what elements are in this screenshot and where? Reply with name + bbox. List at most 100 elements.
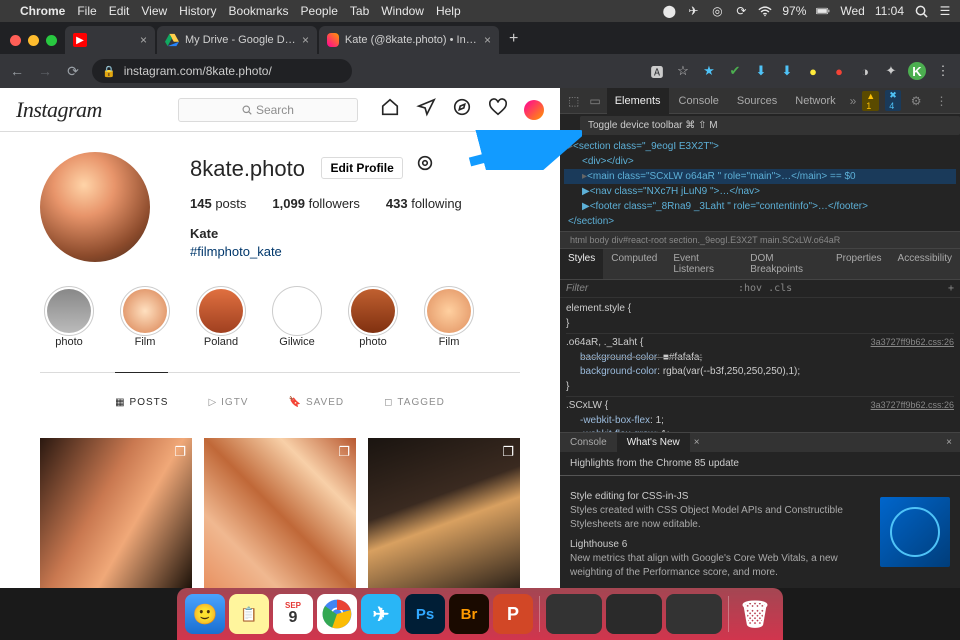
menu-tab[interactable]: Tab	[350, 4, 369, 18]
forward-button[interactable]: →	[36, 63, 54, 79]
dock-finder[interactable]: 🙂	[185, 594, 225, 634]
activity-heart-icon[interactable]	[488, 97, 508, 122]
menu-file[interactable]: File	[77, 4, 96, 18]
menu-view[interactable]: View	[141, 4, 167, 18]
wifi-icon[interactable]	[758, 4, 772, 18]
tab-close-icon[interactable]: ×	[140, 33, 147, 47]
sync-status-icon[interactable]: ◎	[710, 4, 724, 18]
extension-download-icon[interactable]: ⬇	[752, 62, 770, 80]
styles-tab-computed[interactable]: Computed	[603, 249, 665, 279]
highlight-item[interactable]: photo	[44, 286, 94, 348]
tab-igtv[interactable]: ▷ IGTV	[208, 373, 248, 432]
menu-help[interactable]: Help	[436, 4, 461, 18]
edit-profile-button[interactable]: Edit Profile	[321, 157, 402, 179]
tab-close-icon[interactable]: ×	[302, 33, 309, 47]
warning-badge[interactable]: ▲ 1	[862, 91, 879, 111]
styles-tab-dom[interactable]: DOM Breakpoints	[742, 249, 828, 279]
menu-history[interactable]: History	[179, 4, 216, 18]
window-minimize-button[interactable]	[28, 35, 39, 46]
dom-breadcrumb[interactable]: html body div#react-root section._9eogI.…	[560, 231, 960, 248]
profile-avatar-icon[interactable]	[524, 100, 544, 120]
dock-telegram[interactable]: ✈	[361, 594, 401, 634]
highlight-item[interactable]: photo	[348, 286, 398, 348]
style-rules[interactable]: element.style {} .o64aR, ._3Laht {3a3727…	[560, 298, 960, 432]
device-toolbar-icon[interactable]: ▭	[585, 94, 604, 108]
stat-following[interactable]: 433 following	[386, 196, 462, 211]
menubar-appname[interactable]: Chrome	[20, 4, 65, 18]
devtools-tab-elements[interactable]: Elements	[607, 88, 669, 114]
extensions-puzzle-icon[interactable]: ✦	[882, 62, 900, 80]
dock-minimized-window[interactable]	[546, 594, 602, 634]
dock-minimized-window[interactable]	[606, 594, 662, 634]
post-thumbnail[interactable]: ❐	[40, 438, 192, 588]
stat-followers[interactable]: 1,099 followers	[272, 196, 359, 211]
extension-adblock-icon[interactable]: ●	[830, 62, 848, 80]
drawer-tab-whatsnew[interactable]: What's New	[617, 433, 690, 452]
chrome-menu-icon[interactable]: ⋮	[934, 62, 952, 80]
back-button[interactable]: ←	[8, 63, 26, 79]
more-tabs-icon[interactable]: »	[846, 94, 861, 108]
tab-saved[interactable]: 🔖 SAVED	[288, 373, 344, 432]
extension-shield-icon[interactable]: ✔	[726, 62, 744, 80]
home-icon[interactable]	[380, 97, 400, 122]
menu-people[interactable]: People	[301, 4, 338, 18]
tab-google-drive[interactable]: My Drive - Google Drive ×	[157, 26, 317, 54]
tab-close-icon[interactable]: ×	[484, 33, 491, 47]
bookmark-star-filled-icon[interactable]: ★	[700, 62, 718, 80]
styles-tab-events[interactable]: Event Listeners	[665, 249, 742, 279]
profile-avatar[interactable]	[40, 152, 150, 262]
error-badge[interactable]: ✖ 4	[885, 90, 901, 111]
spotlight-sync-icon[interactable]: ⟳	[734, 4, 748, 18]
post-thumbnail[interactable]: ❐	[204, 438, 356, 588]
post-thumbnail[interactable]: ❐	[368, 438, 520, 588]
devtools-menu-icon[interactable]: ⋮	[932, 94, 952, 108]
menu-bookmarks[interactable]: Bookmarks	[229, 4, 289, 18]
ig-search-input[interactable]: Search	[178, 98, 358, 122]
dock-stickies[interactable]: 📋	[229, 594, 269, 634]
devtools-tab-console[interactable]: Console	[671, 88, 727, 114]
highlight-item[interactable]: Gilwice	[272, 286, 322, 348]
spotlight-icon[interactable]	[914, 4, 928, 18]
dock-bridge[interactable]: Br	[449, 594, 489, 634]
tab-posts[interactable]: ▦ POSTS	[115, 372, 168, 432]
styles-tab-props[interactable]: Properties	[828, 249, 890, 279]
dock-photoshop[interactable]: Ps	[405, 594, 445, 634]
bluetooth-icon[interactable]: ⬤	[662, 4, 676, 18]
explore-icon[interactable]	[452, 97, 472, 122]
window-close-button[interactable]	[10, 35, 21, 46]
highlight-item[interactable]: Film	[120, 286, 170, 348]
address-bar[interactable]: 🔒 instagram.com/8kate.photo/	[92, 59, 352, 83]
telegram-status-icon[interactable]: ✈	[686, 4, 700, 18]
reload-button[interactable]: ⟳	[64, 63, 82, 80]
drawer-tab-console[interactable]: Console	[560, 433, 617, 452]
extension-bulb-icon[interactable]: ●	[804, 62, 822, 80]
styles-filter[interactable]: Filter:hov .cls +	[560, 280, 960, 298]
settings-gear-icon[interactable]	[415, 153, 435, 178]
tab-instagram[interactable]: Kate (@8kate.photo) • Instagr… ×	[319, 26, 499, 54]
tab-youtube[interactable]: ▶ ×	[65, 26, 155, 54]
new-tab-button[interactable]: +	[501, 30, 526, 54]
bookmark-star-icon[interactable]: ☆	[674, 62, 692, 80]
dom-tree[interactable]: ▸<section class="_9eogI E3X2T"> <div></d…	[560, 137, 960, 231]
control-center-icon[interactable]: ☰	[938, 4, 952, 18]
dock-powerpoint[interactable]: P	[493, 594, 533, 634]
ig-logo[interactable]: Instagram	[16, 97, 102, 123]
dock-calendar[interactable]: SEP9	[273, 594, 313, 634]
menu-edit[interactable]: Edit	[109, 4, 130, 18]
stat-posts[interactable]: 145 posts	[190, 196, 246, 211]
battery-icon[interactable]	[816, 4, 830, 18]
profile-hashtag[interactable]: #filmphoto_kate	[190, 243, 462, 261]
dock-chrome[interactable]	[317, 594, 357, 634]
highlight-item[interactable]: Film	[424, 286, 474, 348]
dock-trash[interactable]: 🗑	[735, 594, 775, 634]
drawer-tab-close-icon[interactable]: ×	[690, 433, 704, 452]
news-item-title[interactable]: Lighthouse 6	[570, 538, 870, 552]
extension-downloader-icon[interactable]: ⬇	[778, 62, 796, 80]
devtools-tab-sources[interactable]: Sources	[729, 88, 785, 114]
inspect-element-icon[interactable]: ⬚	[564, 94, 583, 108]
dock-minimized-window[interactable]	[666, 594, 722, 634]
devtools-settings-icon[interactable]: ⚙	[907, 94, 926, 108]
translate-icon[interactable]: 🅰	[648, 62, 666, 80]
profile-badge[interactable]: K	[908, 62, 926, 80]
news-item-title[interactable]: Style editing for CSS-in-JS	[570, 490, 870, 504]
